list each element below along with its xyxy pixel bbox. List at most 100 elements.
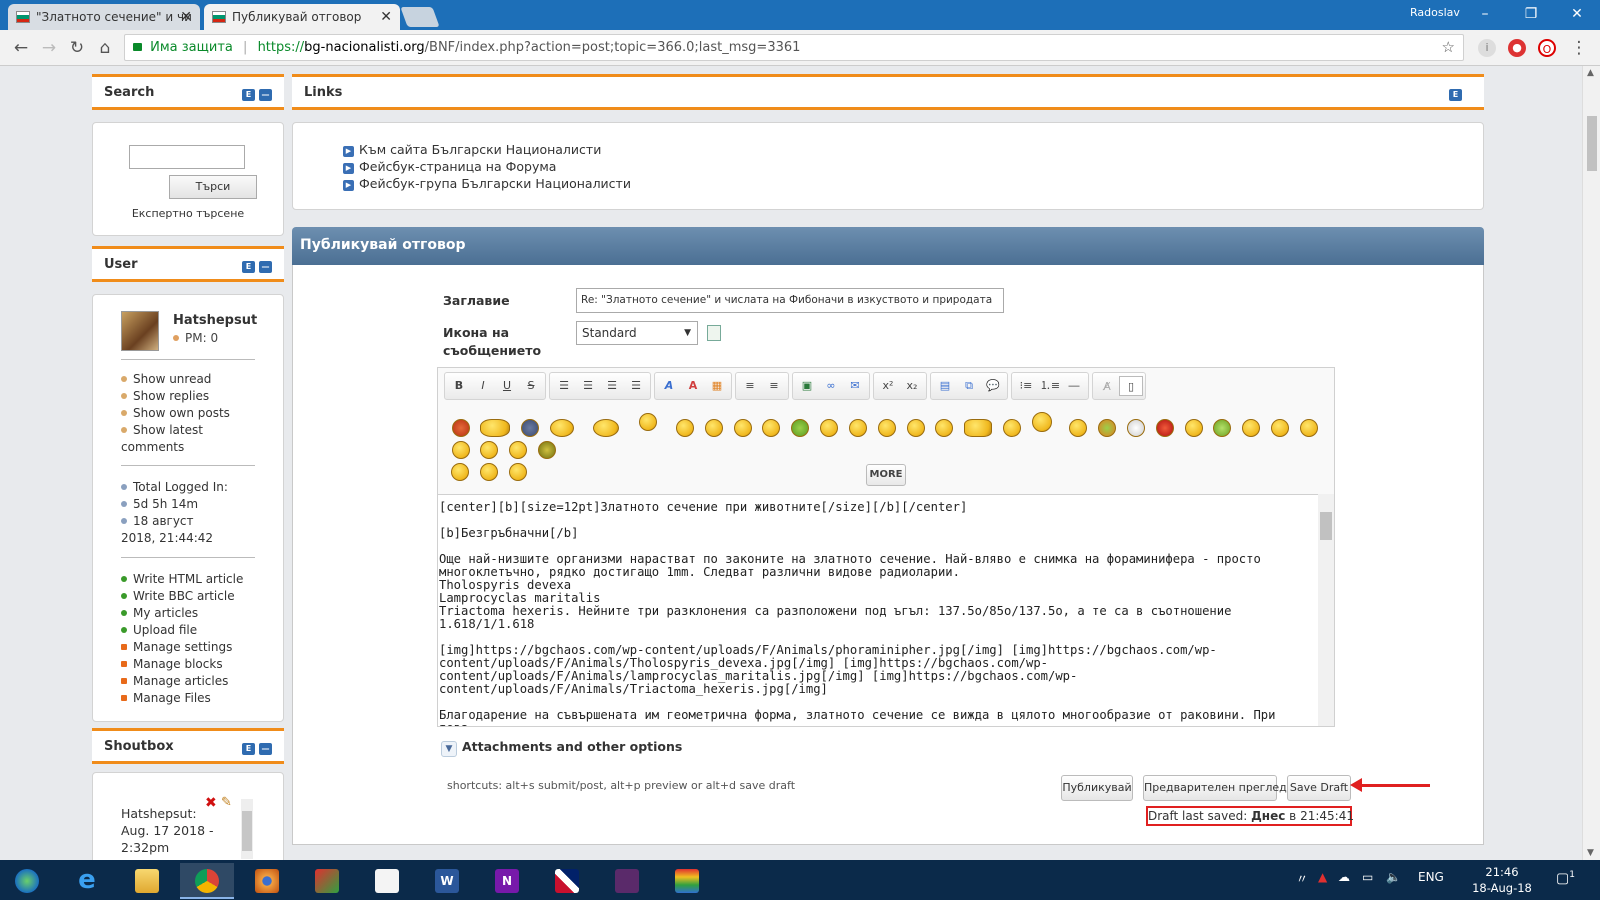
facebook-page-link[interactable]: ▶ Фейсбук-страница на Форума [343, 158, 631, 175]
manage-blocks-link[interactable]: Manage blocks [121, 656, 271, 673]
page-scrollbar[interactable]: ▲ ▼ [1582, 66, 1600, 860]
neutral-smiley-icon[interactable] [480, 440, 499, 459]
align-left-icon[interactable]: ☰ [576, 376, 600, 396]
start-button[interactable] [0, 863, 54, 899]
user-name[interactable]: Hatshepsut [173, 313, 257, 328]
shout-author[interactable]: Hatshepsut: [121, 805, 214, 822]
horizontal-rule-icon[interactable]: ― [1062, 376, 1086, 396]
angry-smiley-icon[interactable] [451, 418, 470, 437]
align-center-icon[interactable]: ☰ [600, 376, 624, 396]
bookmark-star-icon[interactable]: ☆ [1442, 35, 1455, 60]
tab-golden-ratio[interactable]: "Златното сечение" и чи ✕ [8, 4, 200, 30]
devil-smiley-icon[interactable] [1155, 418, 1174, 437]
delete-icon[interactable]: ✖ [205, 795, 217, 811]
angel-smiley-icon[interactable] [1184, 418, 1203, 437]
font-face-icon[interactable]: A [657, 376, 681, 396]
new-tab-button[interactable] [400, 7, 440, 27]
superscript-icon[interactable]: x² [876, 376, 900, 396]
advanced-search-link[interactable]: Експертно търсене [93, 207, 283, 220]
minimize-icon[interactable]: – [1462, 0, 1508, 28]
numbered-list-icon[interactable]: ⒈≡ [1038, 376, 1062, 396]
taskbar-edge[interactable]: e [60, 863, 114, 899]
email-icon[interactable]: ✉ [843, 376, 867, 396]
info-extension-icon[interactable]: i [1478, 39, 1496, 57]
expand-block-icon[interactable]: E [242, 89, 255, 101]
shocked-smiley-icon[interactable] [733, 418, 752, 437]
strikethrough-icon[interactable]: S [519, 376, 543, 396]
link-icon[interactable]: ∞ [819, 376, 843, 396]
skull-smiley-icon[interactable] [1126, 418, 1145, 437]
language-indicator[interactable]: ENG [1418, 870, 1444, 884]
cheers-smiley-icon[interactable] [593, 418, 620, 437]
sunglasses-smiley-icon[interactable] [1299, 418, 1318, 437]
manage-articles-link[interactable]: Manage articles [121, 673, 271, 690]
tab-post-reply[interactable]: Публикувай отговор ✕ [204, 4, 400, 30]
expand-block-icon[interactable]: E [1449, 89, 1462, 101]
subject-input[interactable]: Re: "Златното сечение" и числата на Фибо… [576, 288, 1004, 313]
police-smiley-icon[interactable] [521, 418, 540, 437]
taskbar-film-app[interactable] [600, 863, 654, 899]
align-right-icon[interactable]: ☰ [624, 376, 648, 396]
question-icon[interactable] [508, 462, 527, 481]
taskbar-chrome[interactable] [180, 863, 234, 899]
collapse-block-icon[interactable]: — [259, 89, 272, 101]
facebook-group-link[interactable]: ▶ Фейсбук-група Български Националисти [343, 175, 631, 192]
expand-block-icon[interactable]: E [242, 743, 255, 755]
tray-antivirus-icon[interactable]: ▲ [1318, 870, 1327, 884]
menu-kebab-icon[interactable]: ⋮ [1568, 37, 1590, 59]
back-icon[interactable]: ← [10, 37, 32, 59]
bullet-list-icon[interactable]: ⁝≡ [1014, 376, 1038, 396]
edit-icon[interactable]: ✎ [221, 795, 232, 810]
taskbar-stripes-app[interactable] [660, 863, 714, 899]
remove-format-icon[interactable]: A̸ [1095, 377, 1119, 397]
write-bbc-article-link[interactable]: Write BBC article [121, 588, 271, 605]
adblock-extension-icon[interactable]: ● [1508, 39, 1526, 57]
happy-smiley-icon[interactable] [704, 418, 723, 437]
close-window-icon[interactable]: ✕ [1554, 0, 1600, 28]
align-pre-icon[interactable]: ☰ [552, 376, 576, 396]
tray-app-icon[interactable]: 〃 [1296, 870, 1308, 887]
smile-smiley-icon[interactable] [638, 412, 657, 431]
network-icon[interactable]: ▭ [1362, 870, 1373, 884]
scroll-down-icon[interactable]: ▼ [1587, 848, 1594, 858]
sleep-smiley-icon[interactable] [451, 440, 470, 459]
cry-smiley-icon[interactable] [1242, 418, 1261, 437]
collapse-block-icon[interactable]: — [259, 261, 272, 273]
image-icon[interactable]: ▣ [795, 376, 819, 396]
show-replies-link[interactable]: Show replies [121, 388, 271, 405]
subscript-icon[interactable]: x₂ [900, 376, 924, 396]
upload-file-link[interactable]: Upload file [121, 622, 271, 639]
message-icon-select[interactable]: Standard ▼ [576, 321, 698, 345]
arrow-icon[interactable] [479, 462, 498, 481]
my-articles-link[interactable]: My articles [121, 605, 271, 622]
message-textarea[interactable]: [center][b][size=12pt]Златното сечение п… [438, 494, 1334, 726]
write-html-article-link[interactable]: Write HTML article [121, 571, 271, 588]
code-icon[interactable]: ⧉ [957, 376, 981, 396]
onedrive-icon[interactable]: ☁ [1338, 870, 1350, 884]
scroll-up-icon[interactable]: ▲ [1587, 68, 1594, 78]
restore-icon[interactable]: ❐ [1508, 0, 1554, 28]
sad-smiley-icon[interactable] [877, 418, 896, 437]
taskbar-uk-app[interactable] [540, 863, 594, 899]
binoculars-smiley-icon[interactable] [964, 418, 993, 437]
cool-group-smiley-icon[interactable] [480, 418, 511, 437]
vomit-smiley-icon[interactable] [1098, 418, 1117, 437]
italic-icon[interactable]: I [471, 376, 495, 396]
scroll-thumb[interactable] [242, 811, 252, 851]
scream-smiley-icon[interactable] [1031, 411, 1052, 432]
sick-smiley-icon[interactable] [791, 418, 810, 437]
textarea-scrollbar[interactable] [1318, 494, 1334, 726]
save-draft-button[interactable]: Save Draft [1287, 775, 1351, 801]
taskbar-onenote[interactable]: N [480, 863, 534, 899]
taskbar-word[interactable]: W [420, 863, 474, 899]
manage-settings-link[interactable]: Manage settings [121, 639, 271, 656]
collapse-block-icon[interactable]: — [259, 743, 272, 755]
nerd-smiley-icon[interactable] [1003, 418, 1022, 437]
font-color-icon[interactable]: ▦ [705, 376, 729, 396]
avatar[interactable] [121, 311, 159, 351]
preview-button[interactable]: Предварителен преглед [1143, 775, 1287, 801]
show-unread-link[interactable]: Show unread [121, 371, 271, 388]
home-icon[interactable]: ⌂ [94, 37, 116, 59]
pm-count[interactable]: PM: 0 [173, 331, 218, 345]
site-link[interactable]: ▶ Към сайта Български Националисти [343, 141, 631, 158]
